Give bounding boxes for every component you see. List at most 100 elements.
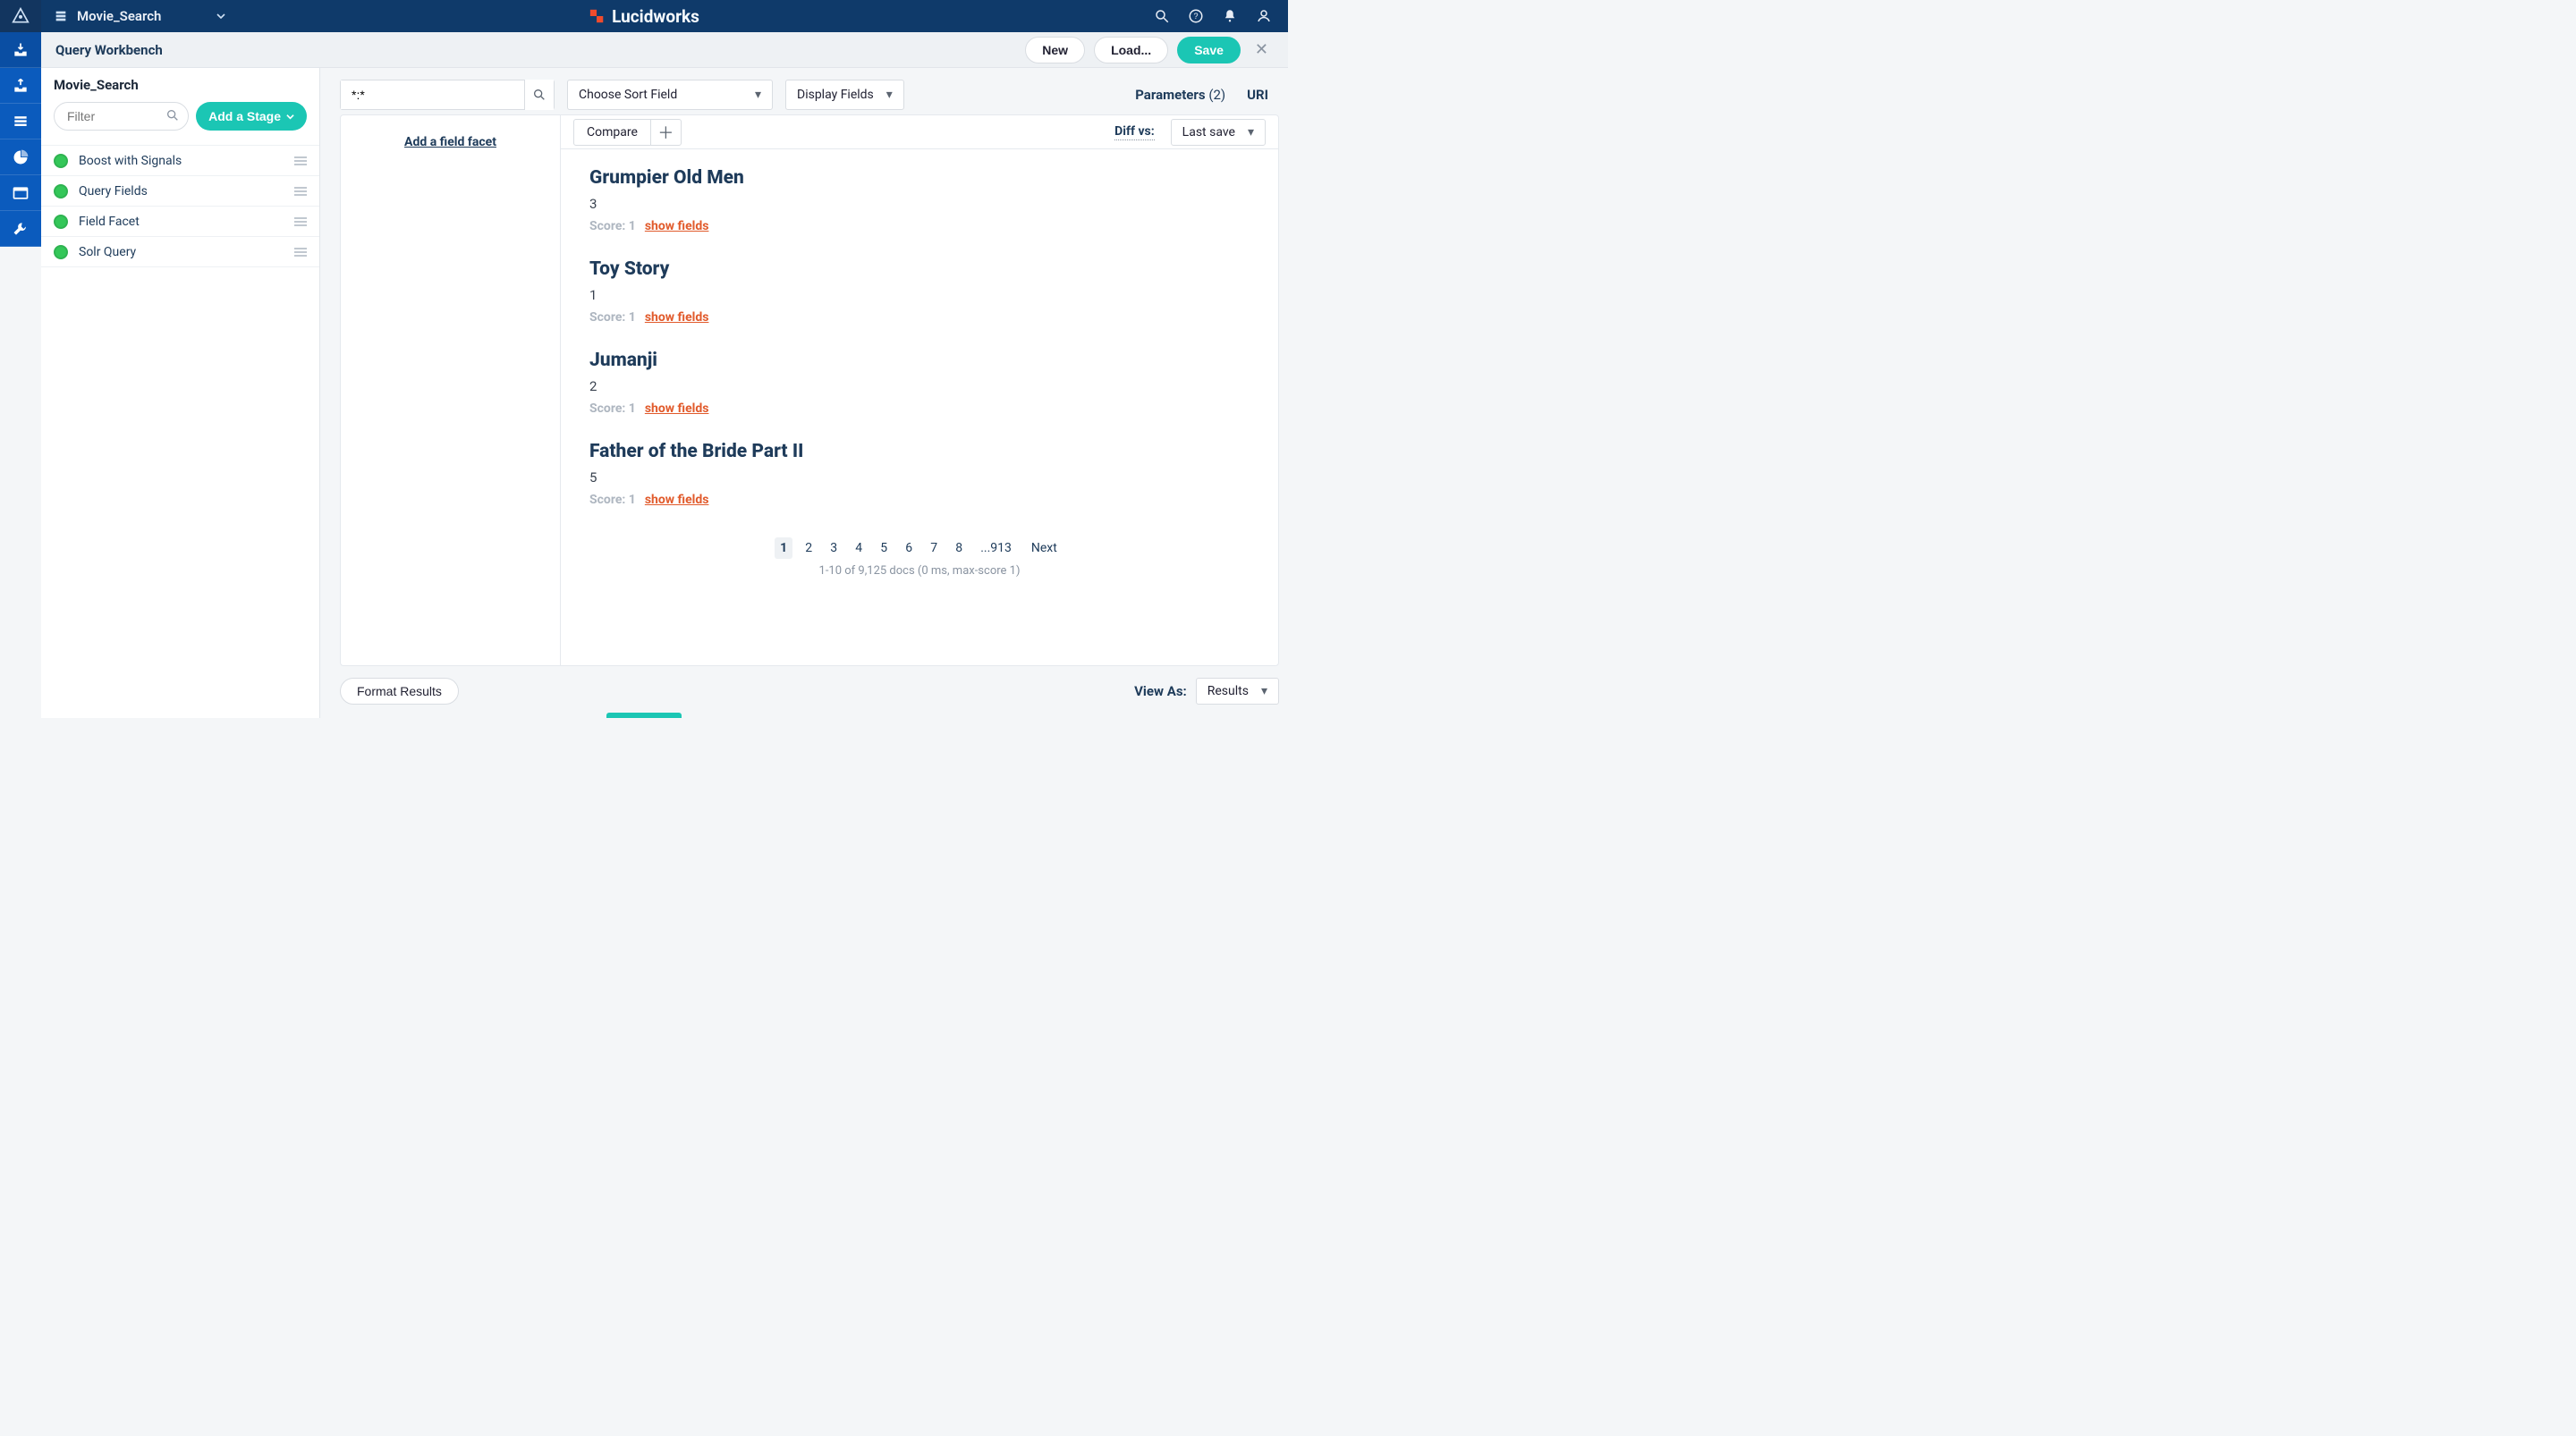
doc-title: Toy Story xyxy=(589,258,1250,280)
page-number[interactable]: 4 xyxy=(850,537,868,559)
result-doc: Toy Story 1 Score: 1 show fields xyxy=(589,258,1250,325)
brand-text: Lucidworks xyxy=(612,6,699,27)
topbar-right: ? xyxy=(1154,8,1288,24)
results-column: Compare ＋ Diff vs: Last save ▾ Grumpier … xyxy=(561,115,1278,665)
search-icon xyxy=(532,88,547,102)
query-input[interactable] xyxy=(341,80,524,109)
stage-label: Query Fields xyxy=(79,184,284,199)
compare-button[interactable]: Compare xyxy=(574,120,650,145)
drag-handle-icon[interactable] xyxy=(294,186,307,197)
load-button[interactable]: Load... xyxy=(1094,37,1168,63)
workbench-header: Query Workbench New Load... Save ✕ xyxy=(41,32,1288,68)
page-number[interactable]: 3 xyxy=(825,537,843,559)
add-stage-button[interactable]: Add a Stage xyxy=(196,102,307,131)
save-button[interactable]: Save xyxy=(1177,37,1241,63)
stage-label: Solr Query xyxy=(79,245,284,259)
inbox-up-icon xyxy=(12,77,30,95)
doc-score: Score: 1 xyxy=(589,401,636,416)
resize-handle[interactable] xyxy=(606,713,682,718)
rail-tools[interactable] xyxy=(0,211,41,247)
show-fields-link[interactable]: show fields xyxy=(645,219,709,233)
diff-target-dropdown[interactable]: Last save ▾ xyxy=(1171,119,1266,146)
query-toolbar: Choose Sort Field ▾ Display Fields ▾ Par… xyxy=(320,68,1288,114)
help-icon[interactable]: ? xyxy=(1188,8,1204,24)
view-as-dropdown[interactable]: Results ▾ xyxy=(1196,678,1279,705)
sort-field-dropdown[interactable]: Choose Sort Field ▾ xyxy=(567,80,773,110)
close-icon[interactable]: ✕ xyxy=(1250,40,1274,59)
pager: 12345678 ...913 Next xyxy=(589,532,1250,561)
results-bar: Compare ＋ Diff vs: Last save ▾ xyxy=(561,115,1278,149)
stage-item[interactable]: Query Fields xyxy=(41,176,319,207)
page-number[interactable]: 5 xyxy=(875,537,893,559)
app-selector[interactable]: Movie_Search xyxy=(41,8,238,24)
results-body: Grumpier Old Men3Score: 1show fields Toy … xyxy=(561,149,1278,665)
page-number[interactable]: 7 xyxy=(925,537,943,559)
stack-icon xyxy=(12,113,30,131)
rail-index-out[interactable] xyxy=(0,68,41,104)
result-doc: Jumanji2Score: 1show fields xyxy=(589,350,1250,416)
page-number[interactable]: 1 xyxy=(775,537,792,559)
show-fields-link[interactable]: show fields xyxy=(645,310,709,325)
product-logo[interactable] xyxy=(0,0,41,32)
stage-item[interactable]: Boost with Signals xyxy=(41,146,319,176)
diff-label: Diff vs: xyxy=(1114,124,1155,140)
rail-app[interactable] xyxy=(0,175,41,211)
add-field-facet-link[interactable]: Add a field facet xyxy=(404,135,496,149)
add-compare-button[interactable]: ＋ xyxy=(650,120,681,145)
drag-handle-icon[interactable] xyxy=(294,247,307,258)
stage-label: Boost with Signals xyxy=(79,154,284,168)
fusion-logo-icon xyxy=(12,7,30,25)
parameters-link[interactable]: Parameters (2) xyxy=(1135,87,1225,103)
drag-handle-icon[interactable] xyxy=(294,156,307,166)
results-split: Add a field facet Compare ＋ Diff vs: Las… xyxy=(340,114,1279,666)
stage-label: Field Facet xyxy=(79,215,284,229)
bell-icon[interactable] xyxy=(1222,8,1238,24)
search-icon[interactable] xyxy=(1154,8,1170,24)
window-icon xyxy=(12,184,30,202)
inbox-down-icon xyxy=(12,41,30,59)
new-button[interactable]: New xyxy=(1025,37,1085,63)
brand: Lucidworks xyxy=(589,6,699,27)
main-area: Choose Sort Field ▾ Display Fields ▾ Par… xyxy=(320,68,1288,718)
doc-id: 5 xyxy=(589,469,1250,486)
chevron-down-icon xyxy=(286,113,294,121)
compare-group: Compare ＋ xyxy=(573,119,682,146)
rail-collections[interactable] xyxy=(0,104,41,139)
format-results-button[interactable]: Format Results xyxy=(340,678,459,705)
stage-item[interactable]: Field Facet xyxy=(41,207,319,237)
display-fields-dropdown[interactable]: Display Fields ▾ xyxy=(785,80,904,110)
pipeline-panel: Movie_Search Add a Stage Boost with Sign… xyxy=(41,68,320,718)
rail-analytics[interactable] xyxy=(0,139,41,175)
show-fields-link[interactable]: show fields xyxy=(645,493,709,507)
chevron-down-icon: ▾ xyxy=(755,88,761,102)
chevron-down-icon: ▾ xyxy=(1261,684,1267,698)
page-ellipsis[interactable]: ...913 xyxy=(975,537,1017,559)
run-query-button[interactable] xyxy=(524,80,554,110)
result-doc: Father of the Bride Part II5Score: 1show… xyxy=(589,441,1250,507)
page-number[interactable]: 2 xyxy=(800,537,818,559)
query-input-group xyxy=(340,80,555,110)
page-next[interactable]: Next xyxy=(1024,537,1064,559)
workbench-title: Query Workbench xyxy=(55,42,163,58)
svg-text:?: ? xyxy=(1193,12,1198,21)
result-doc: Grumpier Old Men3Score: 1show fields xyxy=(589,167,1250,233)
page-number[interactable]: 8 xyxy=(950,537,968,559)
chevron-down-icon: ▾ xyxy=(1248,125,1254,139)
drag-handle-icon[interactable] xyxy=(294,216,307,227)
page-number[interactable]: 6 xyxy=(900,537,918,559)
bottom-bar: Format Results View As: Results ▾ xyxy=(340,673,1279,709)
doc-id: 3 xyxy=(589,196,1250,212)
status-dot-icon xyxy=(54,215,68,229)
uri-link[interactable]: URI xyxy=(1247,87,1268,103)
stage-item[interactable]: Solr Query xyxy=(41,237,319,267)
rail-ingest[interactable] xyxy=(0,32,41,68)
view-as-label: View As: xyxy=(1134,683,1187,699)
doc-score: Score: 1 xyxy=(589,310,636,325)
user-icon[interactable] xyxy=(1256,8,1272,24)
facet-column: Add a field facet xyxy=(341,115,561,665)
chevron-down-icon: ▾ xyxy=(886,88,893,102)
status-dot-icon xyxy=(54,154,68,168)
show-fields-link[interactable]: show fields xyxy=(645,401,709,416)
pie-chart-icon xyxy=(12,148,30,166)
doc-id: 1 xyxy=(589,287,1250,303)
